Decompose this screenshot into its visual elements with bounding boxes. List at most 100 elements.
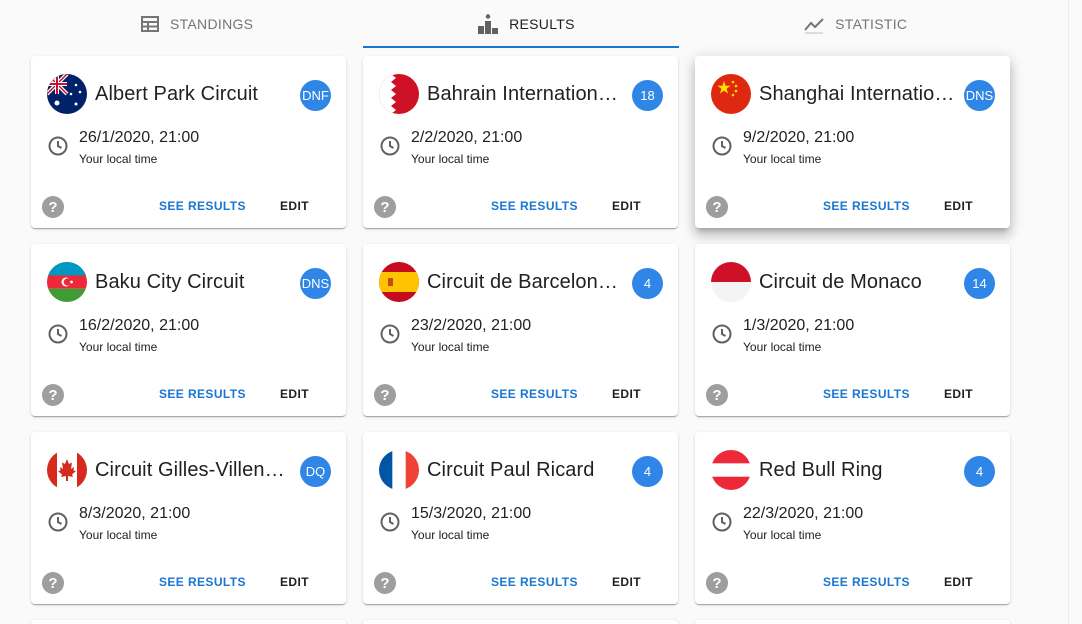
clock-icon xyxy=(48,136,68,156)
austria-flag-icon xyxy=(711,450,751,490)
scrollbar[interactable] xyxy=(1068,0,1082,624)
position-badge: 4 xyxy=(964,456,995,487)
help-icon[interactable]: ? xyxy=(706,196,728,218)
help-icon[interactable]: ? xyxy=(374,384,396,406)
local-time-label: Your local time xyxy=(411,528,490,542)
edit-button[interactable]: EDIT xyxy=(280,199,309,213)
clock-icon xyxy=(48,324,68,344)
edit-button[interactable]: EDIT xyxy=(944,199,973,213)
race-card-partial xyxy=(695,620,1010,624)
tab-label: STANDINGS xyxy=(169,16,254,32)
spain-flag-icon xyxy=(379,262,419,302)
race-card-partial xyxy=(31,620,346,624)
see-results-button[interactable]: SEE RESULTS xyxy=(159,387,246,401)
race-card-partial xyxy=(363,620,678,624)
race-card: Circuit Gilles-Villeneuve DQ 8/3/2020, 2… xyxy=(31,432,346,604)
race-title: Red Bull Ring xyxy=(759,459,883,481)
edit-button[interactable]: EDIT xyxy=(612,199,641,213)
help-icon[interactable]: ? xyxy=(42,384,64,406)
race-title: Albert Park Circuit xyxy=(95,83,259,105)
position-badge: 4 xyxy=(632,268,663,299)
azerbaijan-flag-icon xyxy=(47,262,87,302)
race-card: Albert Park Circuit DNF 26/1/2020, 21:00… xyxy=(31,56,346,228)
race-title: Shanghai International Circuit xyxy=(759,83,959,105)
help-icon[interactable]: ? xyxy=(706,572,728,594)
race-card: Circuit de Barcelona-Catalunya 4 23/2/20… xyxy=(363,244,678,416)
tab-statistic[interactable]: STATISTIC xyxy=(691,0,1020,48)
local-time-label: Your local time xyxy=(743,528,822,542)
tab-bar: STANDINGS RESULTS STATISTIC xyxy=(32,0,1020,48)
position-badge: 14 xyxy=(964,268,995,299)
race-date: 8/3/2020, 21:00 xyxy=(79,505,191,522)
see-results-button[interactable]: SEE RESULTS xyxy=(491,199,578,213)
position-badge: DNS xyxy=(300,268,331,299)
tab-results[interactable]: RESULTS xyxy=(361,0,690,48)
tab-label: STATISTIC xyxy=(835,16,908,32)
help-icon[interactable]: ? xyxy=(42,196,64,218)
edit-button[interactable]: EDIT xyxy=(944,575,973,589)
race-card: Circuit de Monaco 14 1/3/2020, 21:00 You… xyxy=(695,244,1010,416)
edit-button[interactable]: EDIT xyxy=(944,387,973,401)
see-results-button[interactable]: SEE RESULTS xyxy=(491,387,578,401)
help-icon[interactable]: ? xyxy=(374,196,396,218)
race-date: 1/3/2020, 21:00 xyxy=(743,317,855,334)
local-time-label: Your local time xyxy=(411,152,490,166)
see-results-button[interactable]: SEE RESULTS xyxy=(159,575,246,589)
monaco-flag-icon xyxy=(711,262,751,302)
race-card: Shanghai International Circuit DNS 9/2/2… xyxy=(695,56,1010,228)
race-date: 26/1/2020, 21:00 xyxy=(79,129,200,146)
race-title: Circuit de Barcelona-Catalunya xyxy=(427,271,627,293)
race-date: 23/2/2020, 21:00 xyxy=(411,317,532,334)
race-grid: Albert Park Circuit DNF 26/1/2020, 21:00… xyxy=(31,56,1011,604)
see-results-button[interactable]: SEE RESULTS xyxy=(823,575,910,589)
local-time-label: Your local time xyxy=(743,152,822,166)
race-date: 16/2/2020, 21:00 xyxy=(79,317,200,334)
see-results-button[interactable]: SEE RESULTS xyxy=(491,575,578,589)
race-date: 9/2/2020, 21:00 xyxy=(743,129,855,146)
race-card: Bahrain International Circuit 18 2/2/202… xyxy=(363,56,678,228)
see-results-button[interactable]: SEE RESULTS xyxy=(823,199,910,213)
see-results-button[interactable]: SEE RESULTS xyxy=(159,199,246,213)
tab-standings[interactable]: STANDINGS xyxy=(32,0,361,48)
race-card: Baku City Circuit DNS 16/2/2020, 21:00 Y… xyxy=(31,244,346,416)
position-badge: 18 xyxy=(632,80,663,111)
position-badge: DQ xyxy=(300,456,331,487)
clock-icon xyxy=(380,324,400,344)
tab-label: RESULTS xyxy=(509,16,575,32)
race-card: Red Bull Ring 4 22/3/2020, 21:00 Your lo… xyxy=(695,432,1010,604)
trending-icon xyxy=(804,18,824,34)
edit-button[interactable]: EDIT xyxy=(280,575,309,589)
bahrain-flag-icon xyxy=(379,74,419,114)
france-flag-icon xyxy=(379,450,419,490)
position-badge: 4 xyxy=(632,456,663,487)
edit-button[interactable]: EDIT xyxy=(612,387,641,401)
clock-icon xyxy=(48,512,68,532)
local-time-label: Your local time xyxy=(79,528,158,542)
help-icon[interactable]: ? xyxy=(706,384,728,406)
race-date: 22/3/2020, 21:00 xyxy=(743,505,864,522)
table-icon xyxy=(140,16,159,32)
help-icon[interactable]: ? xyxy=(374,572,396,594)
clock-icon xyxy=(712,324,732,344)
race-date: 15/3/2020, 21:00 xyxy=(411,505,532,522)
local-time-label: Your local time xyxy=(79,152,158,166)
clock-icon xyxy=(712,512,732,532)
race-title: Circuit Gilles-Villeneuve xyxy=(95,459,295,481)
race-title: Circuit de Monaco xyxy=(759,271,922,293)
edit-button[interactable]: EDIT xyxy=(280,387,309,401)
edit-button[interactable]: EDIT xyxy=(612,575,641,589)
clock-icon xyxy=(380,136,400,156)
position-badge: DNF xyxy=(300,80,331,111)
race-card: Circuit Paul Ricard 4 15/3/2020, 21:00 Y… xyxy=(363,432,678,604)
local-time-label: Your local time xyxy=(411,340,490,354)
help-icon[interactable]: ? xyxy=(42,572,64,594)
see-results-button[interactable]: SEE RESULTS xyxy=(823,387,910,401)
clock-icon xyxy=(712,136,732,156)
local-time-label: Your local time xyxy=(79,340,158,354)
australia-flag-icon xyxy=(47,74,87,114)
clock-icon xyxy=(380,512,400,532)
canada-flag-icon xyxy=(47,450,87,490)
race-date: 2/2/2020, 21:00 xyxy=(411,129,523,146)
position-badge: DNS xyxy=(964,80,995,111)
race-title: Baku City Circuit xyxy=(95,271,245,293)
